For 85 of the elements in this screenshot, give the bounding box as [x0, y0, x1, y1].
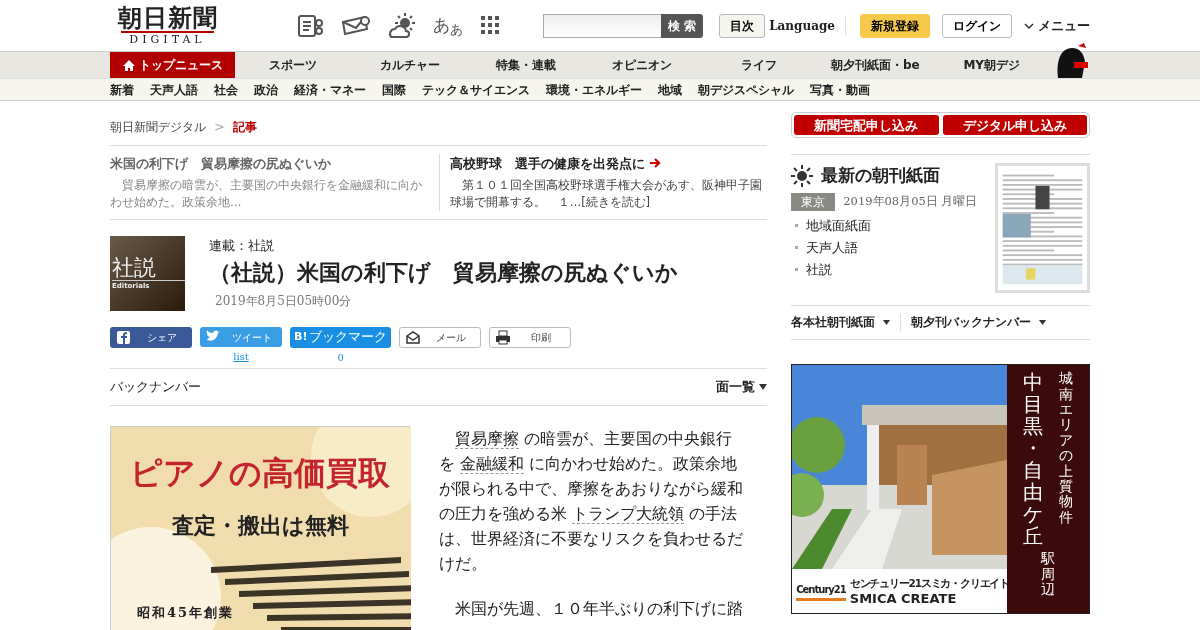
nav-link[interactable]: 国際 — [382, 79, 406, 101]
caret-down-icon — [759, 383, 768, 390]
nav-link[interactable]: 社会 — [214, 79, 238, 101]
search-button[interactable]: 検 索 — [661, 13, 703, 38]
brand-logo: Century21 — [796, 581, 846, 601]
mail-icon — [405, 329, 422, 346]
page-list-dropdown[interactable]: 面一覧 — [716, 377, 768, 397]
breadcrumb-link[interactable]: 朝日新聞デジタル — [110, 117, 206, 136]
sun-icon — [791, 164, 814, 187]
nav-tab[interactable]: トップニュース — [110, 52, 235, 78]
subscribe-button[interactable]: デジタル申し込み — [942, 115, 1087, 135]
share-count[interactable]: list — [233, 349, 249, 364]
nav-link[interactable]: 政治 — [254, 79, 278, 101]
language-link[interactable]: Language — [769, 16, 846, 35]
paper-link[interactable]: 天声人語 — [806, 236, 859, 259]
ad-note: 昭和45年創業 — [137, 603, 236, 622]
caret-down-icon — [1039, 320, 1047, 326]
related-summary: 貿易摩擦の暗雲が、主要国の中央銀行を金融緩和に向かわせ始めた。政策余地… — [110, 177, 423, 211]
ad-vertical-headline: 中目黒・自由ケ丘 — [1023, 371, 1044, 548]
share-button[interactable]: 印刷 — [489, 327, 572, 348]
facebook-icon — [116, 329, 132, 346]
home-icon — [122, 59, 135, 71]
login-button[interactable]: ログイン — [942, 13, 1012, 38]
paragraph: 貿易摩擦 の暗雲が、主要国の中央銀行を 金融緩和 に向かわせ始めた。政策余地が限られる中で、摩擦をあおりながら緩和の圧力を強める米 トランプ大統領 の手法は、世界経済に不要なリスクを負わせるだけだ。 — [439, 427, 744, 575]
chevron-down-icon — [1024, 21, 1034, 30]
breadcrumb-separator: > — [214, 118, 225, 136]
nav-tab[interactable]: MY朝デジ — [933, 52, 1050, 78]
ad-vertical-text: 城南エリアの上質物件 — [1059, 371, 1074, 526]
nav-tab[interactable]: オピニオン — [584, 52, 701, 78]
nav-link[interactable]: テック＆サイエンス — [422, 79, 530, 101]
ad-company: SMICA CREATE — [849, 592, 958, 607]
bullet-icon — [795, 246, 799, 249]
advertisement[interactable]: ピアノの高価買取 査定・搬出は無料 昭和45年創業 — [110, 425, 410, 630]
term-link[interactable]: 金融緩和 — [460, 453, 525, 474]
print-icon — [495, 329, 512, 346]
caret-down-icon — [883, 320, 891, 326]
related-summary: 第１０１回全国高校野球選手権大会があす、阪神甲子園球場で開幕する。 １…[続きを読む] — [449, 177, 763, 211]
article-date: 2019年8月5日05時00分 — [214, 292, 353, 310]
newspaper-scissors-icon[interactable] — [297, 13, 325, 38]
subscribe-button[interactable]: 新聞宅配申し込み — [794, 115, 939, 135]
article-title: （社説）米国の利下げ 貿易摩擦の尻ぬぐいか — [209, 259, 678, 286]
nav-link[interactable]: 写真・動画 — [810, 79, 870, 101]
paragraph: 米国が先週、１０年半ぶりの利下げに踏 — [454, 597, 744, 620]
nav-link[interactable]: 経済・マネー — [294, 79, 366, 101]
paper-date: 2019年08月05日 月曜日 — [843, 192, 978, 210]
register-button[interactable]: 新規登録 — [860, 13, 930, 38]
breadcrumb-link[interactable]: 記事 — [232, 117, 257, 136]
envelope-icon[interactable] — [341, 13, 371, 38]
series-label: 連載：社説 — [209, 237, 275, 255]
share-button[interactable]: メール — [399, 327, 482, 348]
related-headline[interactable]: 米国の利下げ 貿易摩擦の尻ぬぐいか — [110, 153, 331, 173]
nav-link[interactable]: 新着 — [110, 79, 134, 101]
share-button[interactable]: シェア — [110, 327, 192, 348]
dropdown-link[interactable]: 各本社朝刊紙面 — [791, 314, 891, 332]
weather-icon[interactable] — [387, 11, 417, 40]
nav-tab[interactable]: カルチャー — [351, 52, 468, 78]
ad-headline: ピアノの高価買取 — [129, 452, 391, 494]
dropdown-link[interactable]: 朝夕刊バックナンバー — [900, 314, 1047, 332]
nav-tab[interactable]: スポーツ — [235, 52, 352, 78]
menu-button[interactable]: メニュー — [1024, 15, 1090, 36]
contents-button[interactable]: 目次 — [719, 13, 765, 38]
font-size-button[interactable]: あ$_{あ}$ — [433, 12, 463, 39]
term-link[interactable]: 貿易摩擦 — [455, 428, 519, 449]
paper-link[interactable]: 社説 — [806, 258, 833, 281]
logo[interactable]: 朝日新聞 DIGITAL — [110, 4, 225, 47]
share-count[interactable]: 0 — [337, 349, 344, 365]
search-field[interactable] — [543, 13, 661, 38]
nav-link[interactable]: 天声人語 — [150, 79, 198, 101]
ad-company-kana: センチュリー21スミカ・クリエイト — [849, 576, 1009, 592]
paper-link[interactable]: 地域面紙面 — [806, 214, 872, 237]
nav-link[interactable]: 朝デジスペシャル — [698, 79, 794, 101]
related-headline[interactable]: 高校野球 選手の健康を出発点に — [449, 153, 645, 173]
ad-subline: 査定・搬出は無料 — [170, 510, 350, 540]
ad-vertical-text: 駅周辺 — [1041, 551, 1056, 598]
bullet-icon — [795, 268, 799, 271]
nav-link[interactable]: 地域 — [658, 79, 682, 101]
bullet-icon — [795, 224, 799, 227]
nav-link[interactable]: 環境・エネルギー — [546, 79, 642, 101]
backnumber-label: バックナンバー — [110, 378, 201, 396]
section-title: 最新の朝刊紙面 — [821, 164, 941, 187]
region-tag: 東京 — [791, 192, 836, 211]
nav-tab[interactable]: ライフ — [700, 52, 818, 78]
nav-tab[interactable]: 特集・連載 — [467, 52, 585, 78]
term-link[interactable]: トランプ大統領 — [572, 503, 685, 524]
nav-tab[interactable]: 朝夕刊紙面・be — [817, 52, 934, 78]
